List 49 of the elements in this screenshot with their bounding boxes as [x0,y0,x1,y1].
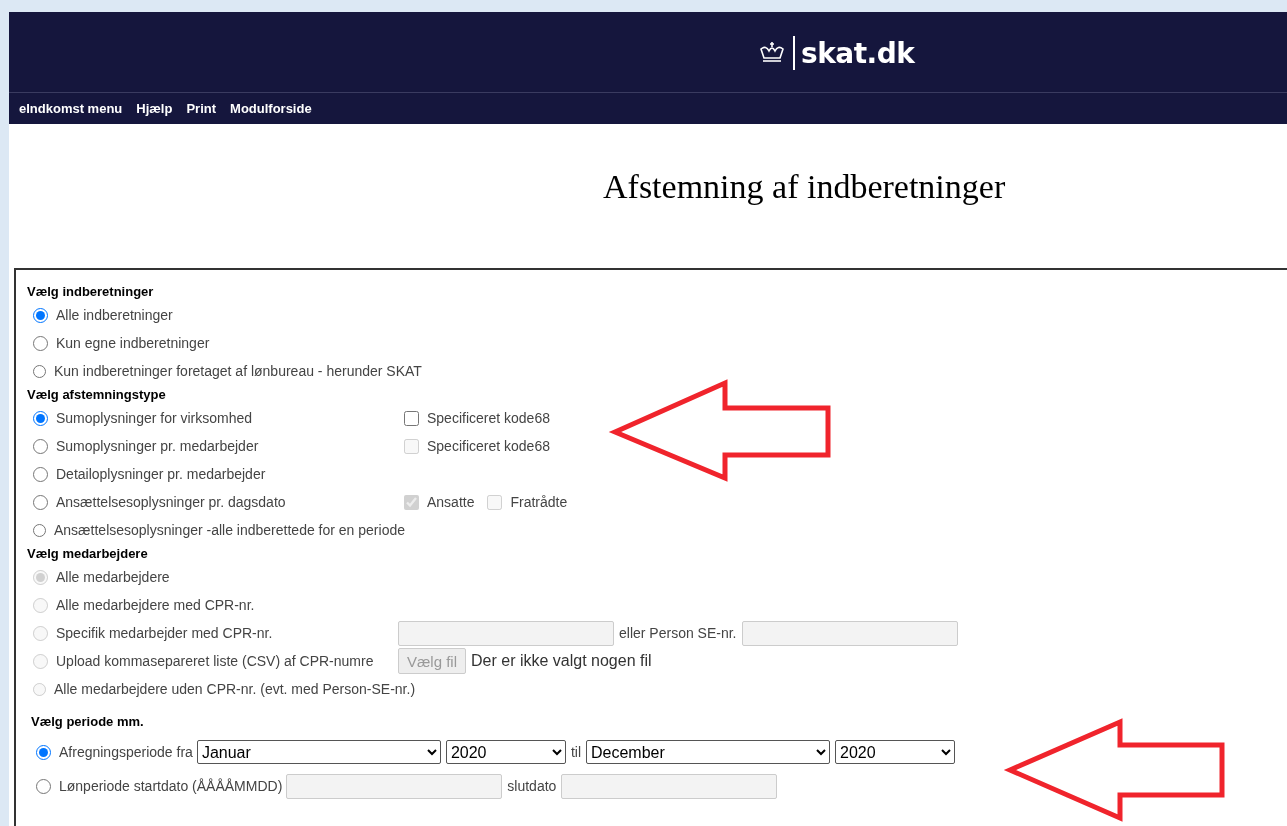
checkbox[interactable] [404,410,419,426]
option-label: Sumoplysninger pr. medarbejder [56,438,259,454]
section-heading: Vælg periode mm. [30,712,145,731]
radio-button[interactable] [33,438,48,454]
option-label: Alle medarbejdere [56,569,170,585]
radio-button[interactable] [33,466,48,482]
field-label: til [570,744,581,760]
radio-button[interactable] [33,335,48,351]
site-logo[interactable]: skat.dk [801,36,915,70]
crown-icon [757,41,787,65]
radio-button[interactable] [36,744,51,760]
dropdown[interactable]: 2020 [835,740,955,764]
option-label: Ansættelsesoplysninger pr. dagsdato [56,494,286,510]
menu-link[interactable]: Print [186,101,217,116]
section-heading: Vælg medarbejdere [26,545,149,563]
radio-button[interactable] [33,494,48,510]
section-heading: Vælg indberetninger [26,283,155,301]
menu-link[interactable]: Modulforside [230,101,312,116]
menu-link[interactable]: eIndkomst menu [19,101,123,116]
checkbox-label: Ansatte [427,494,475,510]
file-status-text: Der er ikke valgt nogen fil [471,652,652,670]
field-label: slutdato [507,778,557,794]
option-label: Kun indberetninger foretaget af lønbureau - herunder SKAT [54,363,422,379]
option-label: Specifik medarbejder med CPR-nr. [56,625,273,641]
option-label: Lønperiode startdato (ÅÅÅÅMMDD) [59,778,283,794]
dropdown[interactable]: Januar [196,740,441,764]
option-label: Sumoplysninger for virksomhed [56,410,253,426]
option-label: Detailoplysninger pr. medarbejder [56,466,266,482]
checkbox-label: Fratrådte [510,494,568,510]
radio-button[interactable] [33,522,46,538]
radio-button[interactable] [33,307,48,323]
section-heading: Vælg afstemningstype [26,386,167,404]
checkbox-label: Specificeret kode68 [427,438,550,454]
radio-button[interactable] [33,363,46,379]
option-label: Alle medarbejdere med CPR-nr. [56,597,255,613]
checkbox-label: Specificeret kode68 [427,410,550,426]
menu-link[interactable]: Hjælp [136,101,173,116]
option-label: Alle indberetninger [56,307,173,323]
option-label: Upload kommasepareret liste (CSV) af CPR-numre [56,653,374,669]
option-label: Afregningsperiode fra [59,744,193,760]
dropdown[interactable]: 2020 [445,740,566,764]
option-label: Alle medarbejdere uden CPR-nr. (evt. med Person-SE-nr.) [54,681,416,697]
option-label: Ansættelsesoplysninger -alle indberettede for en periode [54,522,405,538]
page-title: Afstemning af indberetninger [603,168,1007,206]
radio-button[interactable] [33,410,48,426]
radio-button[interactable] [36,778,51,794]
field-label: eller Person SE-nr. [619,625,737,641]
option-label: Kun egne indberetninger [56,335,210,351]
dropdown[interactable]: December [586,740,830,764]
